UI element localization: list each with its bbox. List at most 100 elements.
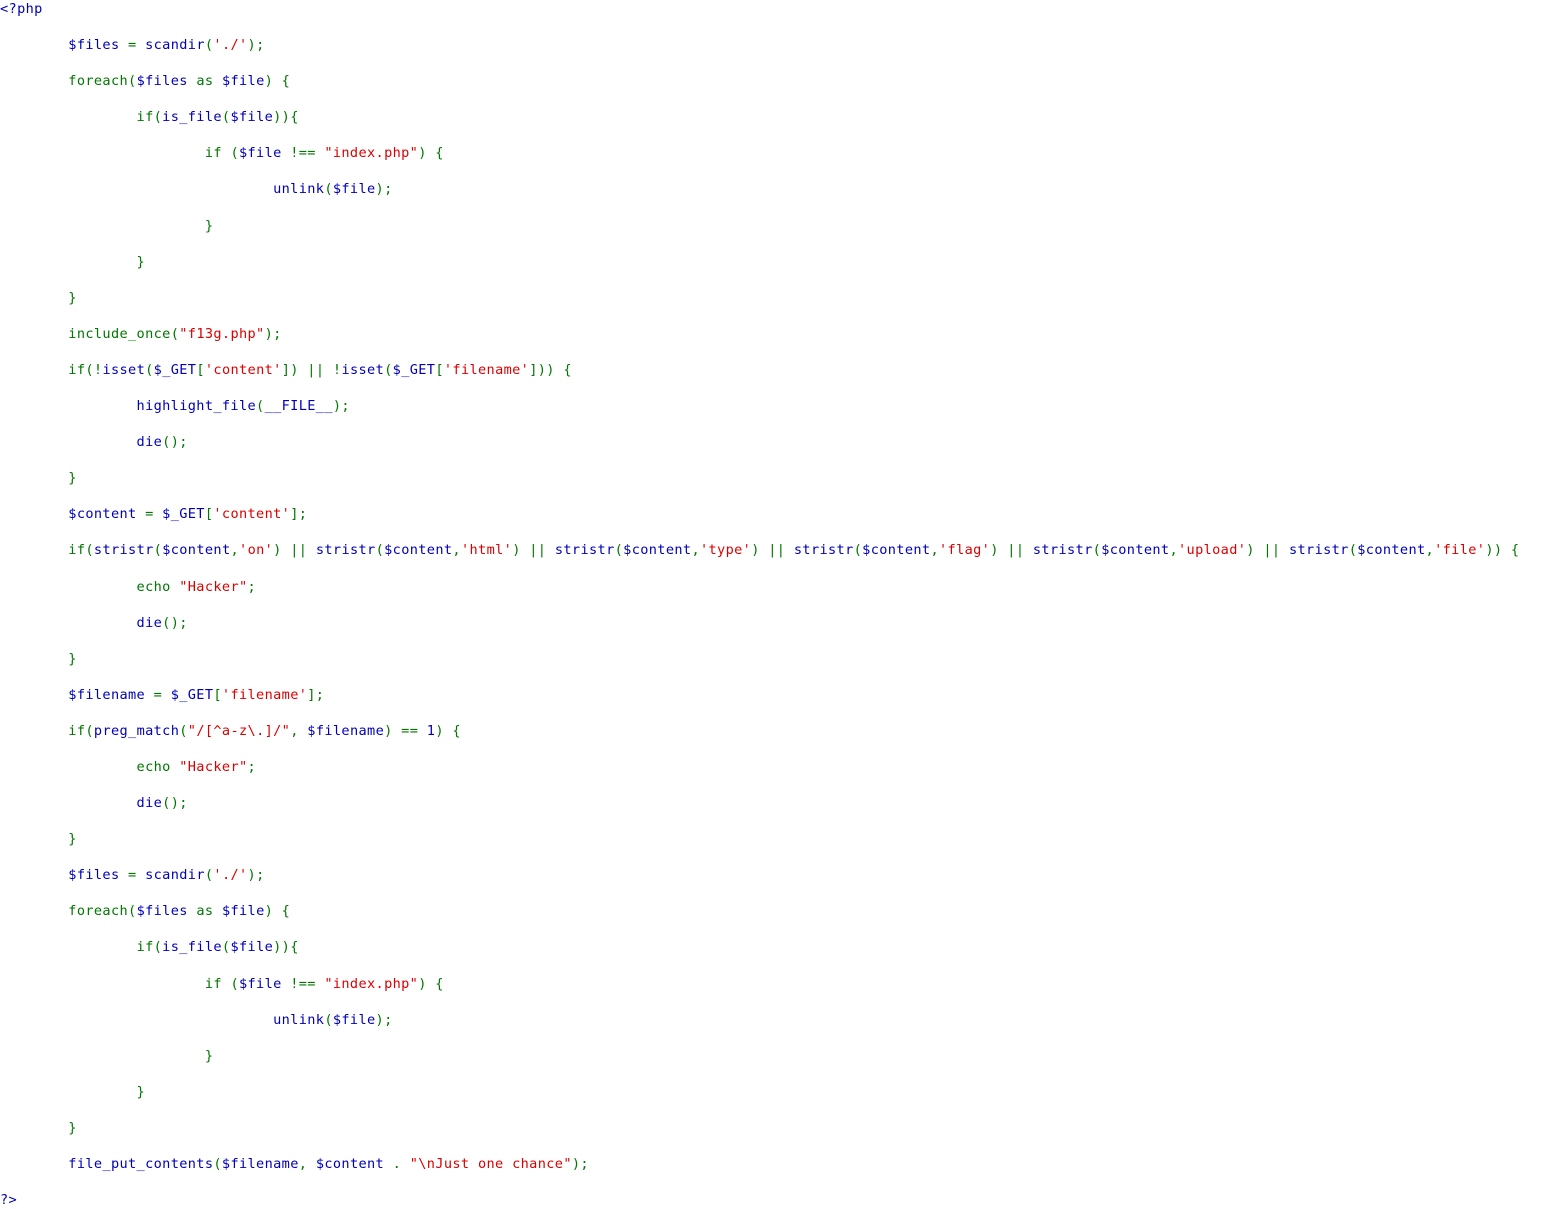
code-token-default: $content bbox=[862, 542, 931, 559]
code-line: } bbox=[0, 1083, 1554, 1101]
code-token-default: $_GET bbox=[170, 686, 214, 703]
code-token-keyword bbox=[0, 109, 137, 125]
code-token-keyword: ]; bbox=[290, 506, 308, 523]
code-token-default: $file bbox=[238, 145, 282, 162]
code-token-default: $file bbox=[238, 975, 282, 992]
code-token-keyword: } bbox=[0, 289, 77, 306]
code-token-keyword: ( bbox=[128, 73, 137, 90]
code-token-keyword: ])) { bbox=[529, 361, 572, 378]
code-line: if(preg_match("/[^a-z\.]/", $filename) =… bbox=[0, 722, 1554, 740]
code-line: } bbox=[0, 289, 1554, 307]
code-token-keyword: ) { bbox=[418, 145, 444, 162]
code-token-string: "/[^a-z\.]/" bbox=[187, 722, 291, 739]
code-token-default: stristr bbox=[1288, 542, 1349, 559]
code-token-default: $content bbox=[315, 1156, 385, 1172]
code-line: foreach($files as $file) { bbox=[0, 72, 1554, 90]
code-token-keyword: , bbox=[230, 542, 240, 559]
code-token-keyword: echo bbox=[136, 758, 171, 775]
code-token-keyword: ); bbox=[247, 867, 265, 884]
code-token-string: 'on' bbox=[239, 542, 274, 559]
code-token-keyword: ); bbox=[264, 325, 282, 342]
code-line: if ($file !== "index.php") { bbox=[0, 975, 1554, 993]
code-token-keyword: echo bbox=[136, 578, 171, 595]
code-line: $content = $_GET['content']; bbox=[0, 505, 1554, 523]
code-token-keyword: (); bbox=[162, 434, 188, 451]
code-token-keyword: ( bbox=[213, 1156, 222, 1172]
code-line: die(); bbox=[0, 794, 1554, 812]
code-line: ?> bbox=[0, 1191, 1554, 1209]
php-source-code[interactable]: <?php $files = scandir('./'); foreach($f… bbox=[0, 0, 1554, 1209]
code-token-keyword: ) || bbox=[512, 542, 555, 559]
code-token-keyword bbox=[0, 37, 68, 53]
code-token-string: 'type' bbox=[699, 542, 752, 559]
code-line: $files = scandir('./'); bbox=[0, 36, 1554, 54]
code-token-keyword bbox=[0, 434, 137, 450]
code-token-string: "Hacker" bbox=[179, 578, 248, 595]
code-token-keyword: , bbox=[1169, 542, 1179, 559]
code-token-keyword: (! bbox=[85, 361, 103, 378]
code-token-keyword: } bbox=[0, 650, 77, 667]
code-token-keyword bbox=[0, 542, 68, 558]
code-token-keyword bbox=[0, 398, 137, 414]
code-line: } bbox=[0, 830, 1554, 848]
code-token-keyword: ) { bbox=[418, 975, 444, 992]
code-token-string: "Hacker" bbox=[179, 758, 248, 775]
code-token-keyword: ( bbox=[256, 398, 265, 415]
code-token-keyword: ( bbox=[153, 542, 163, 559]
code-line: foreach($files as $file) { bbox=[0, 902, 1554, 920]
code-token-default: stristr bbox=[93, 542, 154, 559]
code-token-keyword bbox=[0, 1156, 68, 1172]
code-token-default: $content bbox=[68, 506, 137, 523]
code-token-keyword: ); bbox=[375, 181, 393, 198]
code-token-default: $_GET bbox=[392, 361, 436, 378]
code-token-keyword: as bbox=[187, 903, 222, 920]
code-token-default: $filename bbox=[68, 686, 146, 703]
code-token-default: $content bbox=[384, 542, 453, 559]
code-token-default: $file bbox=[230, 109, 274, 126]
code-token-string: './' bbox=[213, 37, 248, 54]
code-token-keyword: ( bbox=[153, 109, 163, 126]
code-token-keyword bbox=[0, 615, 137, 631]
code-token-default: $content bbox=[162, 542, 231, 559]
code-token-default: $file bbox=[332, 181, 376, 198]
code-line: echo "Hacker"; bbox=[0, 758, 1554, 776]
code-token-keyword: ) || bbox=[1246, 542, 1289, 559]
code-token-keyword: } bbox=[0, 831, 77, 848]
code-line: include_once("f13g.php"); bbox=[0, 325, 1554, 343]
code-token-keyword: ( bbox=[324, 1011, 333, 1028]
code-token-keyword: [ bbox=[435, 361, 444, 378]
code-token-keyword: ( bbox=[170, 325, 180, 342]
code-token-keyword: ) { bbox=[435, 722, 461, 739]
code-token-string: "f13g.php" bbox=[179, 325, 265, 342]
code-line: $filename = $_GET['filename']; bbox=[0, 686, 1554, 704]
code-line: <?php bbox=[0, 0, 1554, 18]
code-token-keyword: } bbox=[0, 1119, 77, 1136]
code-token-keyword bbox=[171, 579, 180, 595]
code-token-keyword: ( bbox=[1092, 542, 1102, 559]
code-token-default: $file bbox=[221, 903, 265, 920]
code-token-keyword: } bbox=[0, 1083, 146, 1100]
code-line: if(is_file($file)){ bbox=[0, 938, 1554, 956]
code-token-keyword: . bbox=[384, 1156, 410, 1172]
code-token-keyword: } bbox=[0, 470, 77, 487]
code-line: } bbox=[0, 650, 1554, 668]
code-token-keyword: ( bbox=[85, 542, 94, 559]
code-token-keyword: ; bbox=[247, 758, 257, 775]
code-token-keyword: ( bbox=[204, 867, 214, 884]
code-token-string: "index.php" bbox=[324, 975, 419, 992]
code-token-keyword: ( bbox=[384, 361, 393, 378]
code-token-keyword bbox=[0, 1012, 273, 1028]
code-token-keyword: foreach bbox=[68, 73, 129, 90]
code-token-default: is_file bbox=[162, 109, 222, 126]
code-token-keyword: , bbox=[290, 722, 308, 739]
code-token-default: $content bbox=[623, 542, 692, 559]
code-token-keyword bbox=[0, 867, 68, 883]
code-line: if ($file !== "index.php") { bbox=[0, 144, 1554, 162]
code-token-keyword: !== bbox=[281, 975, 325, 992]
code-token-keyword: ]) || ! bbox=[281, 361, 342, 378]
code-token-keyword: (); bbox=[162, 614, 188, 631]
code-line: if(is_file($file)){ bbox=[0, 108, 1554, 126]
code-line: die(); bbox=[0, 433, 1554, 451]
code-token-keyword: (); bbox=[162, 795, 188, 812]
code-token-string: 'html' bbox=[460, 542, 513, 559]
